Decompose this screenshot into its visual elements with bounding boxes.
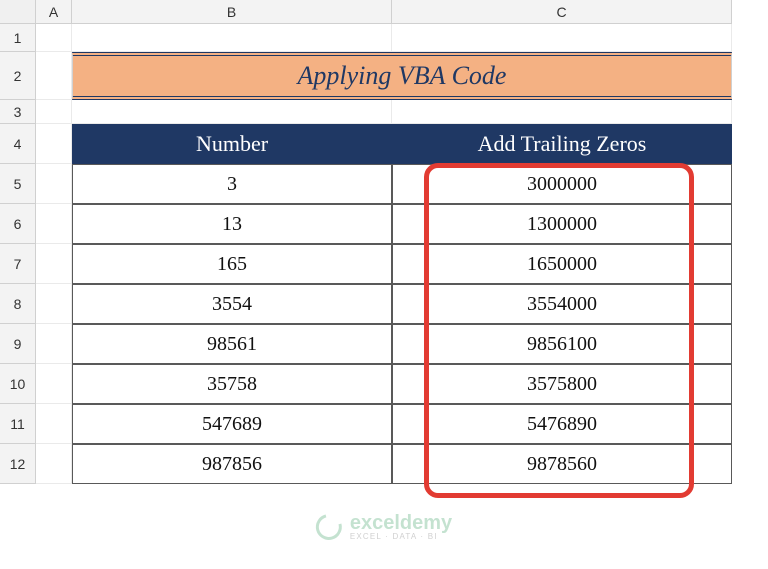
- row-header-11[interactable]: 11: [0, 404, 36, 444]
- cell-A9[interactable]: [36, 324, 72, 364]
- cell-trailing[interactable]: 1300000: [392, 204, 732, 244]
- cell-trailing[interactable]: 1650000: [392, 244, 732, 284]
- row-header-5[interactable]: 5: [0, 164, 36, 204]
- table-header-trailing[interactable]: Add Trailing Zeros: [392, 124, 732, 164]
- row-header-8[interactable]: 8: [0, 284, 36, 324]
- watermark: exceldemy EXCEL · DATA · BI: [316, 513, 452, 541]
- cell-C3[interactable]: [392, 100, 732, 124]
- cell-A3[interactable]: [36, 100, 72, 124]
- cell-number[interactable]: 987856: [72, 444, 392, 484]
- cell-C1[interactable]: [392, 24, 732, 52]
- cell-A12[interactable]: [36, 444, 72, 484]
- cell-number[interactable]: 3554: [72, 284, 392, 324]
- row-header-4[interactable]: 4: [0, 124, 36, 164]
- cell-number[interactable]: 13: [72, 204, 392, 244]
- table-header-number[interactable]: Number: [72, 124, 392, 164]
- row-header-9[interactable]: 9: [0, 324, 36, 364]
- cell-number[interactable]: 35758: [72, 364, 392, 404]
- cell-B1[interactable]: [72, 24, 392, 52]
- select-all-corner[interactable]: [0, 0, 36, 24]
- row-header-1[interactable]: 1: [0, 24, 36, 52]
- watermark-tag: EXCEL · DATA · BI: [350, 533, 452, 541]
- cell-trailing[interactable]: 9856100: [392, 324, 732, 364]
- row-header-6[interactable]: 6: [0, 204, 36, 244]
- cell-A7[interactable]: [36, 244, 72, 284]
- cell-A1[interactable]: [36, 24, 72, 52]
- row-header-2[interactable]: 2: [0, 52, 36, 100]
- cell-A5[interactable]: [36, 164, 72, 204]
- cell-A2[interactable]: [36, 52, 72, 100]
- cell-trailing[interactable]: 3554000: [392, 284, 732, 324]
- spreadsheet: A B C 1 2 3 4 5 6 7 8 9 10 11 12 Applyin…: [0, 0, 768, 484]
- cell-number[interactable]: 3: [72, 164, 392, 204]
- row-header-7[interactable]: 7: [0, 244, 36, 284]
- col-header-A[interactable]: A: [36, 0, 72, 24]
- col-header-C[interactable]: C: [392, 0, 732, 24]
- cell-A8[interactable]: [36, 284, 72, 324]
- cell-A10[interactable]: [36, 364, 72, 404]
- cell-number[interactable]: 165: [72, 244, 392, 284]
- col-header-B[interactable]: B: [72, 0, 392, 24]
- cell-trailing[interactable]: 3000000: [392, 164, 732, 204]
- cell-B3[interactable]: [72, 100, 392, 124]
- cell-A11[interactable]: [36, 404, 72, 444]
- cell-number[interactable]: 98561: [72, 324, 392, 364]
- logo-icon: [311, 509, 347, 545]
- cell-number[interactable]: 547689: [72, 404, 392, 444]
- page-title[interactable]: Applying VBA Code: [72, 52, 732, 100]
- cell-trailing[interactable]: 9878560: [392, 444, 732, 484]
- cell-A6[interactable]: [36, 204, 72, 244]
- cell-A4[interactable]: [36, 124, 72, 164]
- row-header-3[interactable]: 3: [0, 100, 36, 124]
- cell-trailing[interactable]: 5476890: [392, 404, 732, 444]
- row-header-12[interactable]: 12: [0, 444, 36, 484]
- cell-trailing[interactable]: 3575800: [392, 364, 732, 404]
- row-header-10[interactable]: 10: [0, 364, 36, 404]
- watermark-brand: exceldemy: [350, 513, 452, 533]
